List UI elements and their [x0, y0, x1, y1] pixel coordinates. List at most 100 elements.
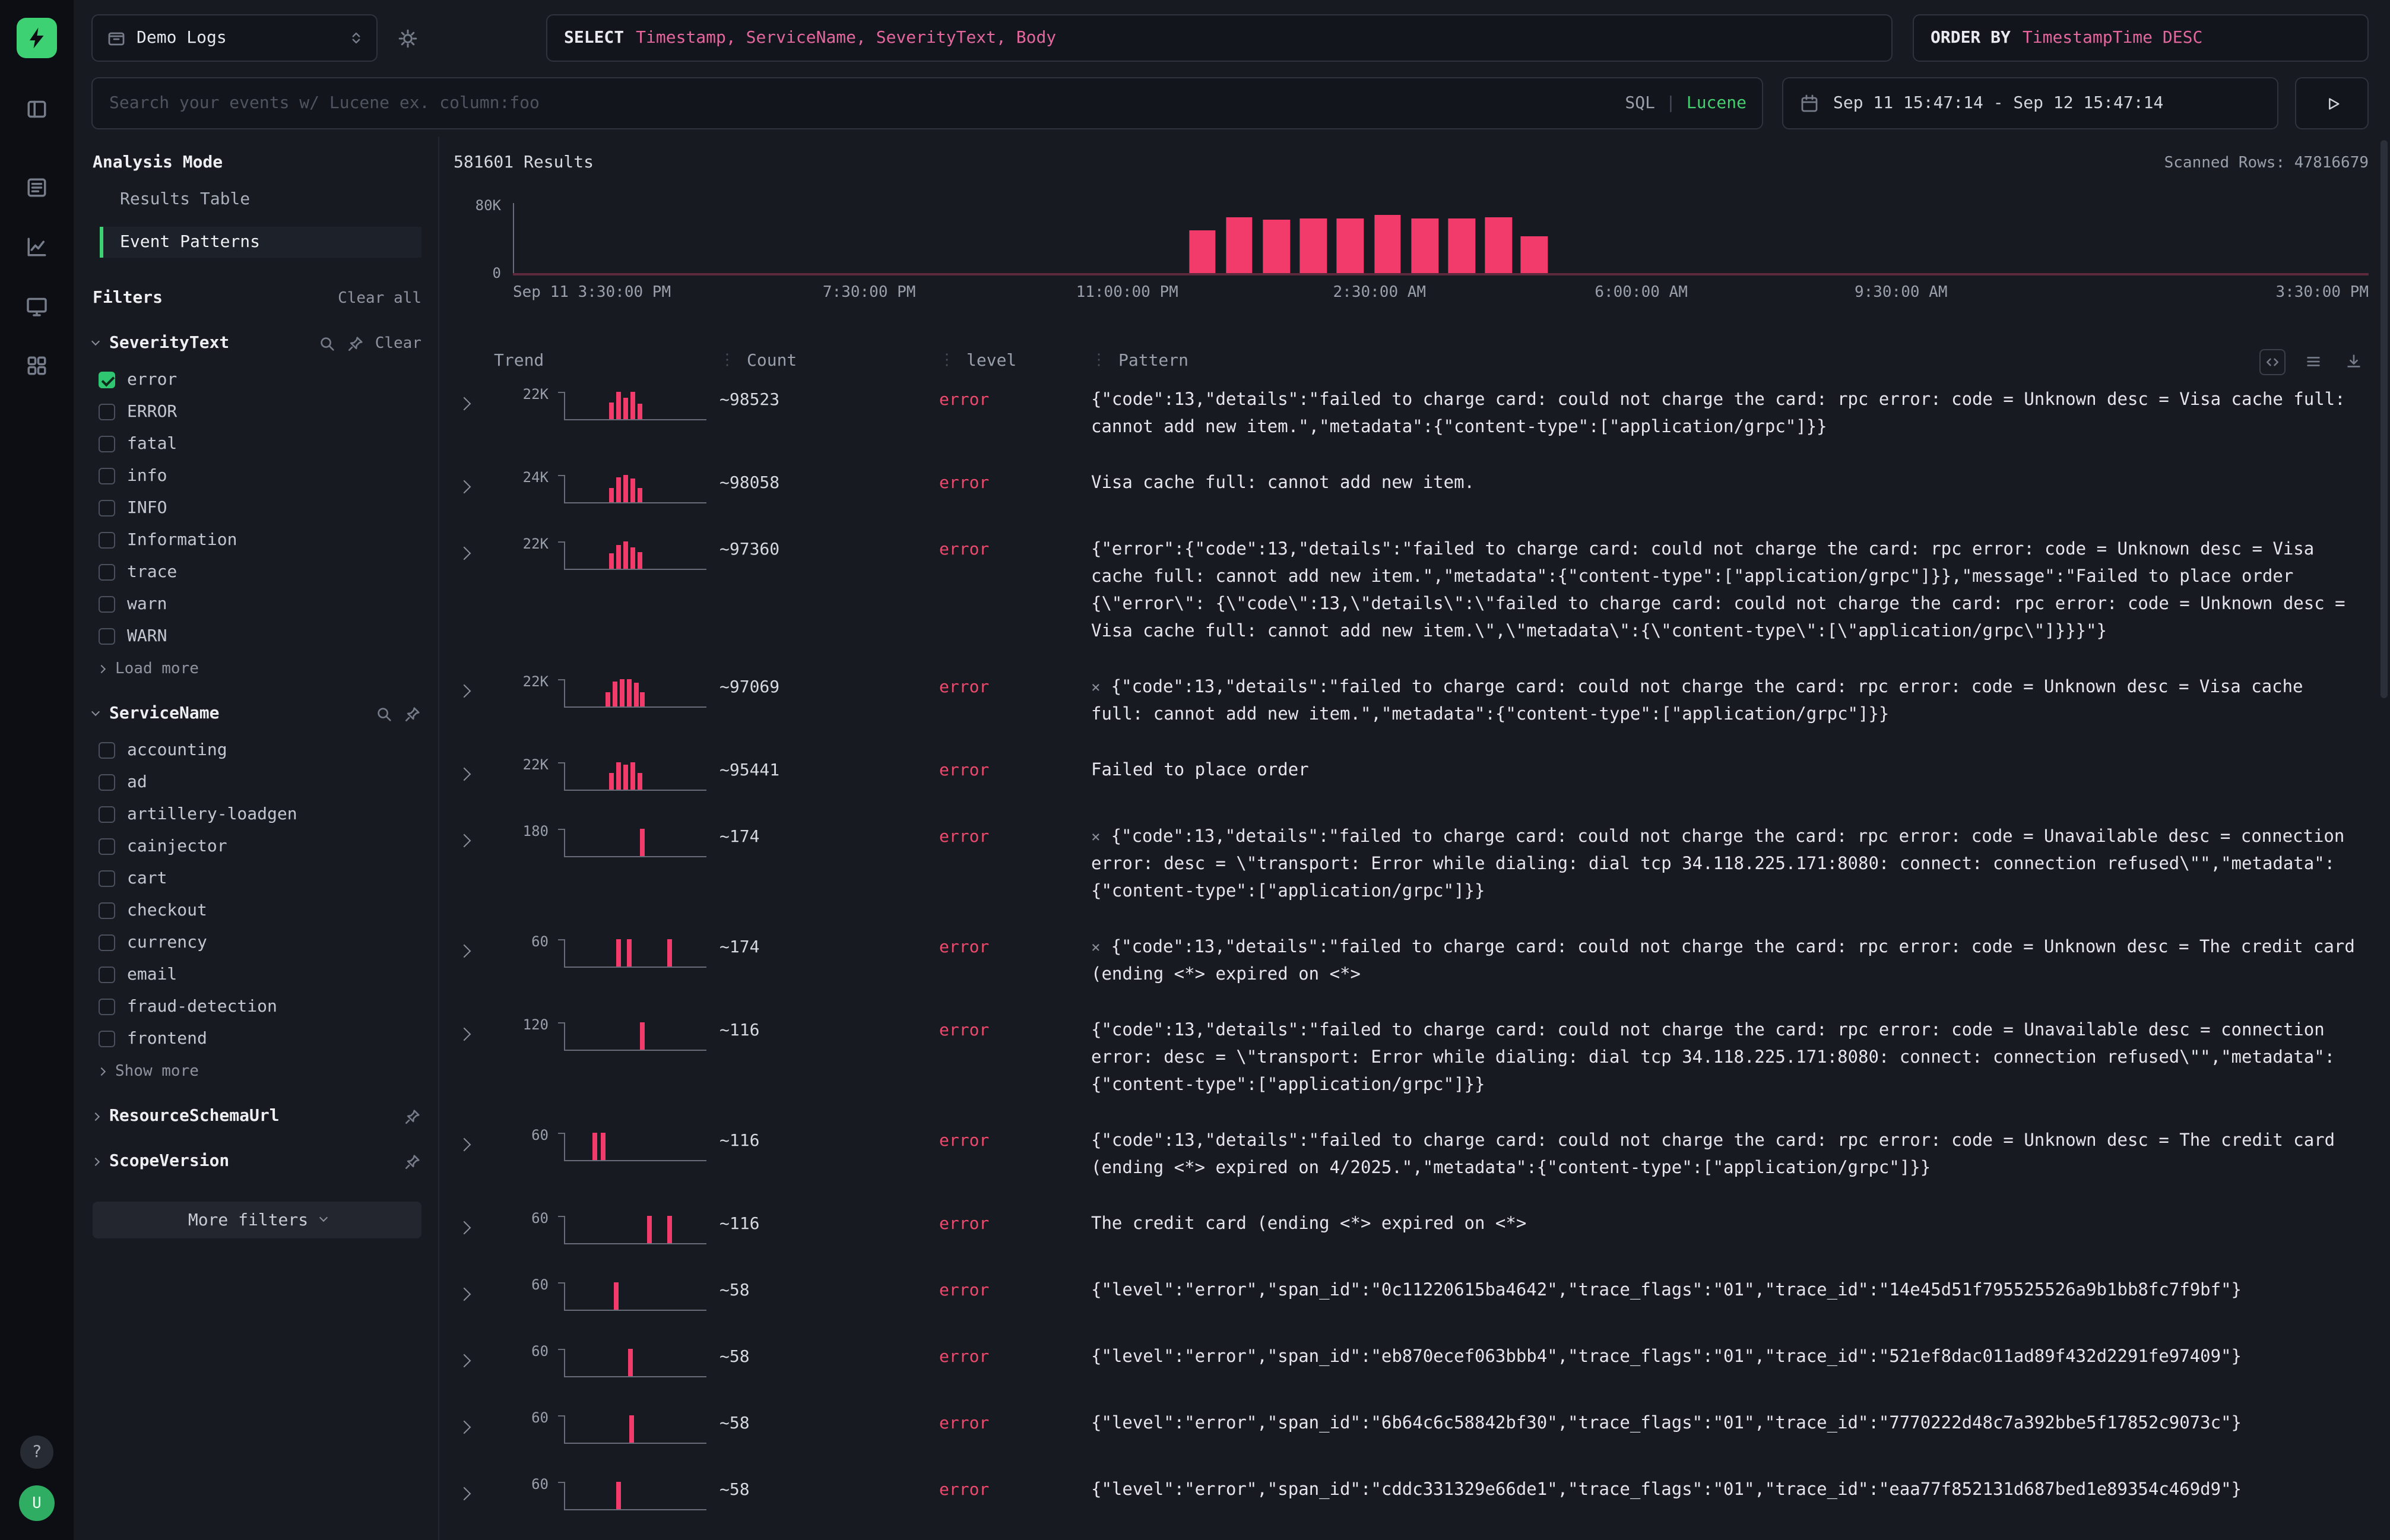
filter-option[interactable]: accounting	[93, 741, 421, 760]
filter-option[interactable]: warn	[93, 595, 421, 614]
nav-chart-button[interactable]	[17, 227, 57, 267]
filter-option[interactable]: ERROR	[93, 403, 421, 422]
checkbox[interactable]	[99, 934, 115, 951]
filter-option[interactable]: frontend	[93, 1029, 421, 1048]
column-header-level[interactable]: ⋮level	[939, 351, 1091, 370]
pattern-cell[interactable]: ×{"code":13,"details":"failed to charge …	[1091, 824, 2369, 906]
expand-chevron-icon[interactable]	[458, 1287, 471, 1301]
nav-monitor-button[interactable]	[17, 286, 57, 327]
mode-results-table[interactable]: Results Table	[100, 184, 421, 215]
expand-chevron-icon[interactable]	[458, 546, 471, 560]
expand-chevron-icon[interactable]	[458, 684, 471, 698]
table-row[interactable]: 180~174error×{"code":13,"details":"faile…	[454, 810, 2369, 920]
checkbox[interactable]	[99, 404, 115, 420]
filter-option[interactable]: checkout	[93, 901, 421, 920]
checkbox[interactable]	[99, 532, 115, 549]
sql-select-input[interactable]: SELECT Timestamp, ServiceName, SeverityT…	[546, 14, 1893, 62]
source-settings-button[interactable]	[385, 28, 430, 48]
table-row[interactable]: 60~174error×{"code":13,"details":"failed…	[454, 920, 2369, 1003]
column-drag-handle-icon[interactable]: ⋮	[1091, 352, 1107, 370]
table-row[interactable]: 120~116error{"code":13,"details":"failed…	[454, 1003, 2369, 1114]
filter-option[interactable]: fatal	[93, 435, 421, 454]
pattern-cell[interactable]: ×{"code":13,"details":"failed to charge …	[1091, 674, 2369, 729]
filter-option[interactable]: currency	[93, 933, 421, 952]
expand-chevron-icon[interactable]	[458, 1221, 471, 1234]
search-icon[interactable]	[375, 705, 393, 723]
expand-chevron-icon[interactable]	[458, 1137, 471, 1151]
checkbox[interactable]	[99, 870, 115, 887]
pattern-cell[interactable]: {"error":{"code":13,"details":"failed to…	[1091, 537, 2369, 646]
column-header-pattern[interactable]: ⋮Pattern	[1091, 351, 2238, 370]
expand-chevron-icon[interactable]	[458, 1354, 471, 1367]
expand-cell[interactable]	[454, 1344, 494, 1370]
histogram-bar[interactable]	[1448, 218, 1475, 273]
load-more-link[interactable]: Show more	[93, 1063, 421, 1080]
pattern-cell[interactable]: Visa cache full: cannot add new item.	[1091, 470, 2369, 498]
pattern-cell[interactable]: {"level":"error","span_id":"6b64c6c58842…	[1091, 1411, 2369, 1438]
histogram-bar[interactable]	[1485, 217, 1512, 274]
checkbox[interactable]	[99, 742, 115, 759]
checkbox[interactable]	[99, 806, 115, 823]
table-row[interactable]: 22K~95441errorFailed to place order	[454, 743, 2369, 810]
filter-option[interactable]: info	[93, 467, 421, 486]
filter-option[interactable]: WARN	[93, 627, 421, 646]
filter-option[interactable]: Information	[93, 531, 421, 550]
exclude-icon[interactable]: ×	[1091, 679, 1101, 697]
load-more-link[interactable]: Load more	[93, 660, 421, 678]
download-button[interactable]	[2340, 349, 2366, 375]
user-avatar[interactable]: U	[19, 1485, 55, 1521]
clear-all-link[interactable]: Clear all	[338, 289, 421, 307]
expand-cell[interactable]	[454, 537, 494, 563]
row-density-button[interactable]	[2300, 349, 2326, 375]
filter-option[interactable]: INFO	[93, 499, 421, 518]
filter-option[interactable]: error	[93, 370, 421, 389]
column-drag-handle-icon[interactable]: ⋮	[719, 352, 735, 370]
table-row[interactable]: 60~58error{"level":"error","span_id":"cd…	[454, 1463, 2369, 1529]
expand-cell[interactable]	[454, 674, 494, 701]
expand-chevron-icon[interactable]	[458, 397, 471, 410]
histogram-bar[interactable]	[1188, 230, 1215, 273]
histogram-bar[interactable]	[1337, 219, 1364, 274]
pin-icon[interactable]	[404, 705, 421, 723]
filter-group-header[interactable]: ScopeVersion	[93, 1152, 421, 1171]
nav-dashboard-button[interactable]	[17, 346, 57, 386]
checkbox[interactable]	[99, 564, 115, 581]
pin-icon[interactable]	[404, 1152, 421, 1170]
filter-option[interactable]: cainjector	[93, 837, 421, 856]
sql-mode-option[interactable]: SQL	[1625, 94, 1655, 113]
checkbox[interactable]	[99, 774, 115, 791]
pattern-cell[interactable]: {"level":"error","span_id":"cddc331329e6…	[1091, 1477, 2369, 1504]
pattern-cell[interactable]: ×{"code":13,"details":"failed to charge …	[1091, 934, 2369, 989]
app-logo[interactable]	[17, 18, 57, 58]
expand-cell[interactable]	[454, 1018, 494, 1044]
checkbox-checked[interactable]	[99, 372, 115, 388]
expand-cell[interactable]	[454, 758, 494, 784]
filter-group-header[interactable]: SeverityTextClear	[93, 334, 421, 353]
order-by-input[interactable]: ORDER BY TimestampTime DESC	[1913, 14, 2369, 62]
table-row[interactable]: 60~58error{"level":"error","span_id":"eb…	[454, 1330, 2369, 1396]
pattern-cell[interactable]: The credit card (ending <*> expired on <…	[1091, 1211, 2369, 1238]
checkbox[interactable]	[99, 1031, 115, 1047]
table-row[interactable]: 60~58error{"level":"error","span_id":"33…	[454, 1529, 2369, 1540]
histogram-bar[interactable]	[1374, 214, 1401, 273]
table-row[interactable]: 24K~98058errorVisa cache full: cannot ad…	[454, 456, 2369, 522]
table-row[interactable]: 60~58error{"level":"error","span_id":"0c…	[454, 1263, 2369, 1330]
checkbox[interactable]	[99, 999, 115, 1015]
table-row[interactable]: 22K~97069error×{"code":13,"details":"fai…	[454, 660, 2369, 743]
checkbox[interactable]	[99, 902, 115, 919]
pattern-cell[interactable]: {"code":13,"details":"failed to charge c…	[1091, 387, 2369, 442]
expand-chevron-icon[interactable]	[458, 834, 471, 847]
expand-chevron-icon[interactable]	[458, 1027, 471, 1041]
checkbox[interactable]	[99, 500, 115, 516]
checkbox[interactable]	[99, 596, 115, 613]
column-drag-handle-icon[interactable]: ⋮	[939, 352, 955, 370]
pattern-cell[interactable]: {"level":"error","span_id":"0c11220615ba…	[1091, 1278, 2369, 1305]
histogram-bar[interactable]	[1226, 217, 1253, 274]
more-filters-button[interactable]: More filters	[93, 1202, 421, 1238]
code-view-button[interactable]	[2259, 349, 2286, 375]
source-select[interactable]: Demo Logs	[91, 14, 378, 62]
lucene-mode-option[interactable]: Lucene	[1687, 94, 1746, 113]
filter-group-header[interactable]: ResourceSchemaUrl	[93, 1107, 421, 1126]
run-query-button[interactable]	[2295, 77, 2369, 129]
expand-chevron-icon[interactable]	[458, 1420, 471, 1434]
